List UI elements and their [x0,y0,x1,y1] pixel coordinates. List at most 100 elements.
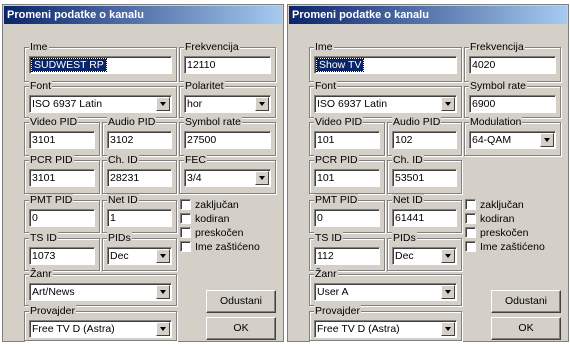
audio-pid-group: Audio PID 102 [387,116,462,156]
video-pid-input[interactable]: 3101 [29,131,95,149]
chevron-down-icon[interactable] [441,249,455,263]
checkbox-box[interactable] [180,227,191,238]
chevron-down-icon[interactable] [441,285,455,299]
pids-select[interactable]: Dec [107,247,172,265]
net-id-input[interactable]: 61441 [392,209,457,227]
frekvencija-input[interactable]: 12110 [184,56,271,74]
font-value: ISO 6937 Latin [32,98,103,110]
chevron-down-icon[interactable] [255,97,269,111]
audio-pid-label: Audio PID [392,116,442,128]
symbol-rate-input[interactable]: 27500 [184,131,271,149]
video-pid-group: Video PID 3101 [24,116,100,156]
audio-pid-input[interactable]: 102 [392,131,457,149]
net-id-input[interactable]: 1 [107,209,172,227]
zanr-group: Žanr Art/News [24,268,177,306]
audio-pid-group: Audio PID 3102 [102,116,177,156]
polaritet-group: Polaritet hor [179,80,276,118]
zanr-select[interactable]: Art/News [29,283,172,301]
polaritet-select[interactable]: hor [184,95,271,113]
pcr-pid-group: PCR PID 3101 [24,154,100,194]
fec-value: 3/4 [187,172,202,184]
audio-pid-input[interactable]: 3102 [107,131,172,149]
symbol-rate-label: Symbol rate [184,116,243,128]
pids-select[interactable]: Dec [392,247,457,265]
checkbox-box[interactable] [465,241,476,252]
ime-input[interactable]: SUDWEST RP [29,56,172,74]
kodiran-label: kodiran [480,213,515,225]
preskocen-checkbox[interactable]: preskočen [465,227,528,240]
ok-button[interactable]: OK [491,317,561,340]
pmt-pid-input[interactable]: 0 [314,209,380,227]
net-id-group: Net ID 1 [102,194,177,233]
chevron-down-icon[interactable] [255,171,269,185]
cancel-button[interactable]: Odustani [206,290,276,313]
ts-id-input[interactable]: 112 [314,247,380,265]
frekvencija-label: Frekvencija [469,41,525,53]
preskocen-label: preskočen [480,227,529,239]
fec-select[interactable]: 3/4 [184,169,271,187]
ts-id-input[interactable]: 1073 [29,247,95,265]
font-select[interactable]: ISO 6937 Latin [314,95,457,113]
kodiran-label: kodiran [195,213,230,225]
frekvencija-label: Frekvencija [184,41,240,53]
symbol-rate-input[interactable]: 6900 [469,95,556,113]
ime-group: Ime SUDWEST RP [24,41,177,82]
provajder-select[interactable]: Free TV D (Astra) [29,320,172,338]
ime-zasticeno-checkbox[interactable]: Ime zaštićeno [465,241,545,254]
modulation-select[interactable]: 64-QAM [469,131,556,149]
ime-value: SUDWEST RP [31,58,107,72]
preskocen-checkbox[interactable]: preskočen [180,227,243,240]
video-pid-label: Video PID [314,116,364,128]
net-id-label: Net ID [392,194,424,206]
font-group: Font ISO 6937 Latin [24,80,177,118]
preskocen-label: preskočen [195,227,244,239]
checkbox-box[interactable] [180,213,191,224]
zakljucan-checkbox[interactable]: zaključan [180,199,239,212]
frekvencija-group: Frekvencija 12110 [179,41,276,82]
chevron-down-icon[interactable] [156,285,170,299]
zanr-select[interactable]: User A [314,283,457,301]
checkbox-box[interactable] [465,199,476,210]
font-value: ISO 6937 Latin [317,98,388,110]
ok-button[interactable]: OK [206,317,276,340]
pmt-pid-input[interactable]: 0 [29,209,95,227]
zakljucan-label: zaključan [480,199,524,211]
chevron-down-icon[interactable] [540,133,554,147]
pcr-pid-label: PCR PID [314,154,359,166]
ime-input[interactable]: Show TV [314,56,457,74]
zakljucan-checkbox[interactable]: zaključan [465,199,524,212]
chevron-down-icon[interactable] [156,322,170,336]
ime-label: Ime [29,41,49,53]
video-pid-label: Video PID [29,116,79,128]
provajder-select[interactable]: Free TV D (Astra) [314,320,457,338]
kodiran-checkbox[interactable]: kodiran [180,213,229,226]
ch-id-input[interactable]: 53501 [392,169,457,187]
provajder-label: Provajder [29,305,76,317]
checkbox-box[interactable] [465,213,476,224]
cancel-button[interactable]: Odustani [491,290,561,313]
video-pid-group: Video PID 101 [309,116,385,156]
chevron-down-icon[interactable] [441,97,455,111]
chevron-down-icon[interactable] [156,249,170,263]
kodiran-checkbox[interactable]: kodiran [465,213,514,226]
chevron-down-icon[interactable] [441,322,455,336]
ts-id-label: TS ID [29,232,58,244]
ime-zasticeno-checkbox[interactable]: Ime zaštićeno [180,241,260,254]
checkbox-box[interactable] [180,199,191,210]
checkbox-box[interactable] [180,241,191,252]
font-label: Font [314,80,338,92]
symbol-rate-label: Symbol rate [469,80,528,92]
frekvencija-input[interactable]: 4020 [469,56,556,74]
ch-id-group: Ch. ID 28231 [102,154,177,194]
pcr-pid-group: PCR PID 101 [309,154,385,194]
checkbox-box[interactable] [465,227,476,238]
font-select[interactable]: ISO 6937 Latin [29,95,172,113]
pmt-pid-label: PMT PID [29,194,74,206]
pcr-pid-input[interactable]: 101 [314,169,380,187]
chevron-down-icon[interactable] [156,97,170,111]
net-id-label: Net ID [107,194,139,206]
pcr-pid-input[interactable]: 3101 [29,169,95,187]
ch-id-input[interactable]: 28231 [107,169,172,187]
zanr-value: Art/News [32,286,75,298]
video-pid-input[interactable]: 101 [314,131,380,149]
